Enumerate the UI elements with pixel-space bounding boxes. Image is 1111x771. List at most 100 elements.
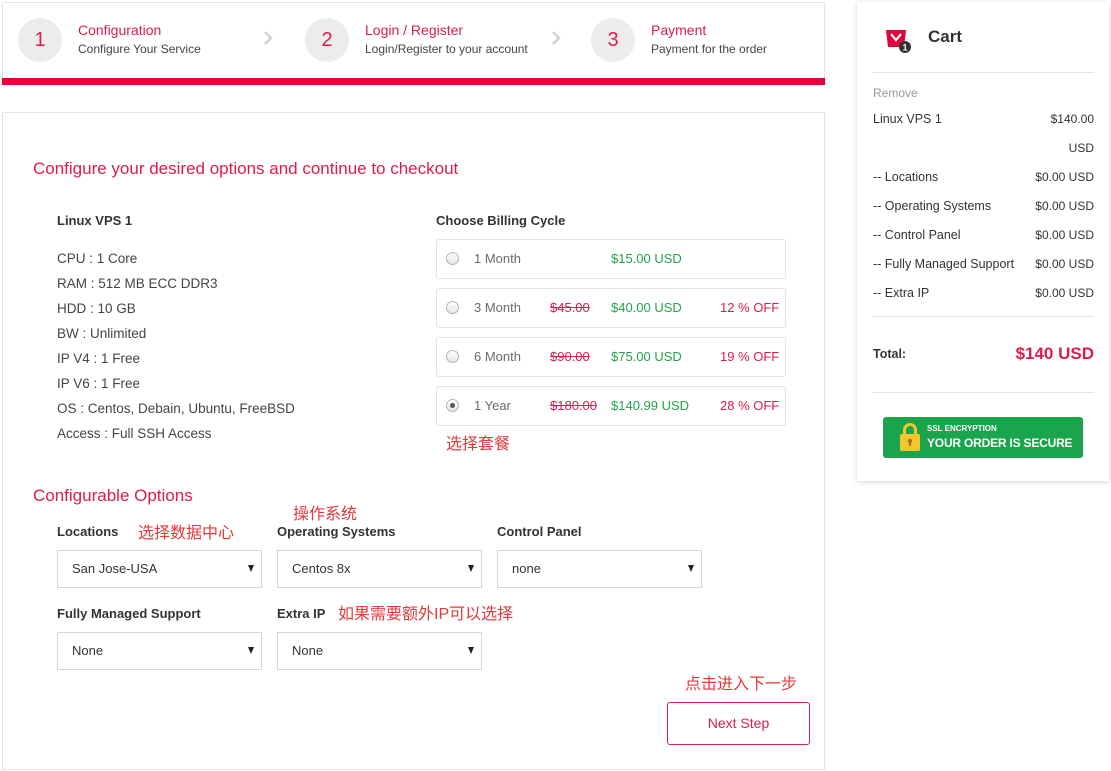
annotation-extra-ip: 如果需要额外IP可以选择	[338, 606, 514, 623]
cart-item-label: -- Extra IP	[873, 286, 930, 300]
billing-cycle-label: 1 Year	[474, 398, 511, 413]
configurable-options-heading: Configurable Options	[33, 486, 193, 505]
radio-icon[interactable]	[446, 301, 459, 314]
spec-item: IP V4 : 1 Free	[57, 351, 141, 366]
billing-cycle-label: 3 Month	[474, 300, 521, 315]
step-number: 1	[18, 18, 62, 62]
product-name: Linux VPS 1	[57, 213, 133, 228]
billing-cycle-label: 6 Month	[474, 349, 521, 364]
annotation-choose-datacenter: 选择数据中心	[138, 525, 235, 542]
cart-title: Cart	[928, 27, 963, 46]
select-value: San Jose-USA	[72, 561, 158, 576]
extra-ip-label: Extra IP	[277, 606, 326, 621]
spec-item: RAM : 512 MB ECC DDR3	[57, 276, 218, 291]
billing-price: $140.99 USD	[611, 398, 690, 413]
cart-item-label: -- Operating Systems	[873, 199, 992, 213]
billing-price: $15.00 USD	[611, 251, 682, 266]
caret-down-icon	[468, 647, 474, 654]
cart-item-price: $140.00 USD	[1050, 112, 1094, 155]
step-payment[interactable]: 3 Payment Payment for the order	[591, 18, 821, 62]
billing-price: $40.00 USD	[611, 300, 682, 315]
total-label: Total:	[873, 347, 907, 361]
cart-item: -- Locations $0.00 USD	[873, 163, 1094, 192]
billing-option-1-month[interactable]: 1 Month $15.00 USD	[436, 239, 786, 279]
divider	[873, 392, 1094, 393]
divider	[873, 72, 1094, 73]
ssl-badge-caption: SSL ENCRYPTION	[927, 424, 997, 433]
cart-count-badge: 1	[902, 42, 907, 52]
next-step-button[interactable]: Next Step	[667, 702, 810, 745]
cart-item: -- Control Panel $0.00 USD	[873, 221, 1094, 250]
billing-discount: 19 % OFF	[720, 349, 780, 364]
locations-label: Locations	[57, 524, 119, 539]
remove-link[interactable]: Remove	[873, 85, 918, 101]
divider	[873, 316, 1094, 317]
step-login-register[interactable]: 2 Login / Register Login/Register to you…	[305, 18, 535, 62]
step-configuration[interactable]: 1 Configuration Configure Your Service	[18, 18, 248, 62]
step-subtitle: Payment for the order	[651, 42, 768, 56]
step-number: 2	[305, 18, 349, 62]
caret-down-icon	[688, 565, 694, 572]
cart-item: -- Operating Systems $0.00 USD	[873, 192, 1094, 221]
step-title: Configuration	[78, 22, 162, 38]
extra-ip-select[interactable]: None	[277, 632, 482, 670]
spec-item: HDD : 10 GB	[57, 301, 136, 316]
ssl-badge-title: YOUR ORDER IS SECURE	[927, 436, 1073, 450]
billing-option-1-year[interactable]: 1 Year $180.00 $140.99 USD 28 % OFF	[436, 386, 786, 426]
chevron-right-icon	[264, 31, 273, 45]
ssl-secure-badge: SSL ENCRYPTION YOUR ORDER IS SECURE	[883, 417, 1083, 458]
cart-item: -- Fully Managed Support $0.00 USD	[873, 250, 1094, 279]
step-subtitle: Configure Your Service	[78, 42, 201, 56]
billing-option-3-month[interactable]: 3 Month $45.00 $40.00 USD 12 % OFF	[436, 288, 786, 328]
select-value: None	[72, 643, 104, 658]
select-value: none	[512, 561, 541, 576]
step-title: Login / Register	[365, 22, 464, 38]
radio-icon[interactable]	[446, 350, 459, 363]
cart-item-price: $0.00 USD	[1035, 170, 1094, 184]
control-panel-select[interactable]: none	[497, 550, 702, 588]
managed-support-label: Fully Managed Support	[57, 606, 201, 621]
spec-item: CPU : 1 Core	[57, 251, 138, 266]
spec-item: Access : Full SSH Access	[57, 426, 212, 441]
billing-old-price: $180.00	[550, 398, 597, 413]
caret-down-icon	[468, 565, 474, 572]
caret-down-icon	[248, 565, 254, 572]
step-subtitle: Login/Register to your account	[365, 42, 528, 56]
cart-item: Linux VPS 1 $140.00 USD	[873, 105, 1094, 163]
operating-systems-label: Operating Systems	[277, 524, 396, 539]
step-number: 3	[591, 18, 635, 62]
annotation-next-step: 点击进入下一步	[685, 676, 798, 693]
cart-item-price: $0.00 USD	[1035, 286, 1094, 300]
managed-support-select[interactable]: None	[57, 632, 262, 670]
radio-icon[interactable]	[446, 252, 459, 265]
cart-item-label: Linux VPS 1	[873, 112, 942, 126]
billing-old-price: $90.00	[550, 349, 590, 364]
billing-option-6-month[interactable]: 6 Month $90.00 $75.00 USD 19 % OFF	[436, 337, 786, 377]
select-value: None	[292, 643, 324, 658]
cart-item-price: $0.00 USD	[1035, 199, 1094, 213]
operating-systems-select[interactable]: Centos 8x	[277, 550, 482, 588]
cart-item-price: $0.00 USD	[1035, 228, 1094, 242]
step-title: Payment	[651, 22, 707, 38]
total-value: $140 USD	[1015, 344, 1094, 363]
select-value: Centos 8x	[292, 561, 351, 576]
billing-old-price: $45.00	[550, 300, 590, 315]
cart-panel: 1 Cart Remove Linux VPS 1 $140.00 USD --…	[857, 2, 1109, 481]
cart-item-label: -- Control Panel	[873, 228, 961, 242]
checkout-stepper: 1 Configuration Configure Your Service 2…	[2, 2, 825, 78]
cart-item-label: -- Locations	[873, 170, 939, 184]
cart-icon: 1	[886, 30, 911, 53]
annotation-choose-plan: 选择套餐	[446, 436, 511, 453]
spec-item: OS : Centos, Debain, Ubuntu, FreeBSD	[57, 401, 295, 416]
billing-price: $75.00 USD	[611, 349, 682, 364]
locations-select[interactable]: San Jose-USA	[57, 550, 262, 588]
billing-discount: 28 % OFF	[720, 398, 780, 413]
caret-down-icon	[248, 647, 254, 654]
billing-cycle-title: Choose Billing Cycle	[436, 213, 566, 228]
billing-cycle-label: 1 Month	[474, 251, 521, 266]
cart-item-label: -- Fully Managed Support	[873, 257, 1015, 271]
configure-panel: Configure your desired options and conti…	[2, 112, 825, 770]
cart-item: -- Extra IP $0.00 USD	[873, 279, 1094, 308]
radio-icon[interactable]	[446, 399, 459, 412]
annotation-operating-system: 操作系统	[293, 506, 358, 523]
